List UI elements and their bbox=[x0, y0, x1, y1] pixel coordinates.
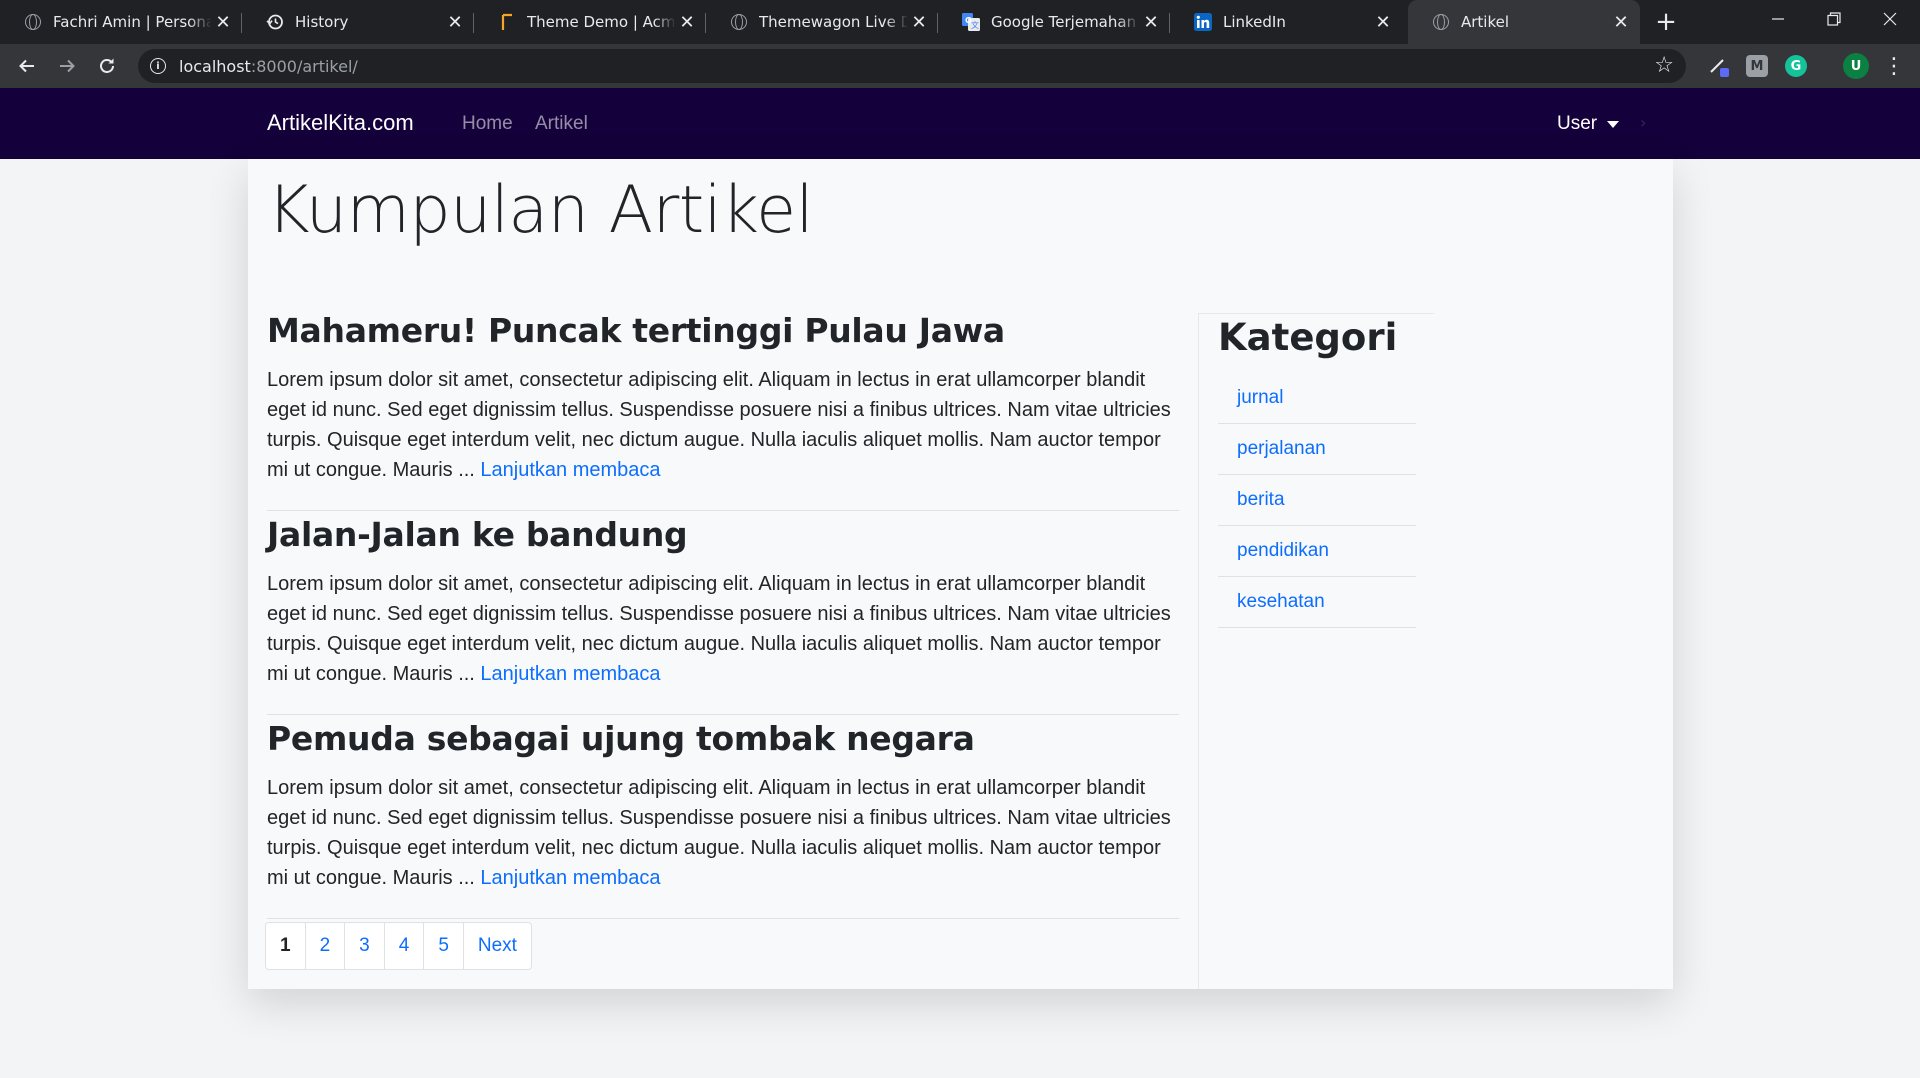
page-5[interactable]: 5 bbox=[423, 923, 463, 969]
tab-linkedin[interactable]: LinkedIn ✕ bbox=[1170, 0, 1402, 44]
read-more-link[interactable]: Lanjutkan membaca bbox=[480, 867, 660, 889]
minimize-icon[interactable] bbox=[1750, 0, 1806, 38]
forward-icon[interactable] bbox=[53, 52, 81, 80]
sidebar-title: Kategori bbox=[1218, 316, 1398, 359]
page-4[interactable]: 4 bbox=[383, 923, 424, 969]
category-kesehatan[interactable]: kesehatan bbox=[1218, 577, 1416, 628]
tab-history[interactable]: History ✕ bbox=[242, 0, 474, 44]
close-icon[interactable]: ✕ bbox=[676, 11, 698, 33]
tab-title: Theme Demo | Acme Themes bbox=[527, 13, 676, 31]
tab-title: Artikel bbox=[1461, 13, 1510, 31]
browser-tab-strip: Fachri Amin | Personal Portfolio ✕ Histo… bbox=[0, 0, 1920, 44]
article-title[interactable]: Mahameru! Puncak tertinggi Pulau Jawa bbox=[267, 311, 1005, 350]
read-more-link[interactable]: Lanjutkan membaca bbox=[480, 663, 660, 685]
tab-title: Fachri Amin | Personal Portfolio bbox=[53, 13, 212, 31]
info-icon[interactable]: i bbox=[150, 58, 166, 74]
close-icon[interactable]: ✕ bbox=[1140, 11, 1162, 33]
url-host: localhost bbox=[179, 56, 251, 76]
new-tab-button[interactable]: + bbox=[1652, 7, 1680, 37]
linkedin-icon bbox=[1194, 13, 1212, 31]
history-icon bbox=[266, 13, 284, 31]
pagination: 1 2 3 4 5 Next bbox=[265, 922, 532, 970]
close-icon[interactable]: ✕ bbox=[212, 11, 234, 33]
read-more-link[interactable]: Lanjutkan membaca bbox=[480, 459, 660, 481]
caret-down-icon bbox=[1607, 120, 1620, 128]
excerpt-text: Lorem ipsum dolor sit amet, consectetur … bbox=[267, 573, 1171, 685]
user-dropdown[interactable]: User bbox=[1557, 113, 1620, 135]
article-item: Jalan-Jalan ke bandung Lorem ipsum dolor… bbox=[267, 511, 1179, 715]
tab-theme-demo[interactable]: Theme Demo | Acme Themes ✕ bbox=[474, 0, 706, 44]
category-jurnal[interactable]: jurnal bbox=[1218, 373, 1416, 424]
tab-title: History bbox=[295, 13, 349, 31]
nav-home[interactable]: Home bbox=[462, 113, 513, 135]
close-icon[interactable]: ✕ bbox=[1610, 11, 1632, 33]
browser-toolbar: i localhost:8000/artikel/ ☆ M G U ⋮ bbox=[0, 44, 1920, 88]
article-excerpt: Lorem ipsum dolor sit amet, consectetur … bbox=[267, 773, 1179, 893]
url-path: :8000/artikel/ bbox=[250, 56, 358, 76]
article-list: Mahameru! Puncak tertinggi Pulau Jawa Lo… bbox=[267, 307, 1179, 919]
excerpt-text: Lorem ipsum dolor sit amet, consectetur … bbox=[267, 777, 1171, 889]
article-item: Mahameru! Puncak tertinggi Pulau Jawa Lo… bbox=[267, 307, 1179, 511]
category-berita[interactable]: berita bbox=[1218, 475, 1416, 526]
article-excerpt: Lorem ipsum dolor sit amet, consectetur … bbox=[267, 365, 1179, 485]
google-translate-icon: G文 bbox=[962, 13, 980, 31]
tab-artikel-active[interactable]: Artikel ✕ bbox=[1408, 0, 1640, 44]
tab-title: Themewagon Live Demo bbox=[759, 13, 908, 31]
profile-avatar[interactable]: U bbox=[1843, 53, 1869, 79]
close-icon[interactable]: ✕ bbox=[444, 11, 466, 33]
nav-artikel[interactable]: Artikel bbox=[535, 113, 588, 135]
globe-icon bbox=[730, 13, 748, 31]
chevron-right-icon: › bbox=[1640, 113, 1647, 132]
page-3[interactable]: 3 bbox=[344, 923, 384, 969]
tab-title: Google Terjemahan bbox=[991, 13, 1137, 31]
close-icon[interactable]: ✕ bbox=[908, 11, 930, 33]
article-excerpt: Lorem ipsum dolor sit amet, consectetur … bbox=[267, 569, 1179, 689]
article-item: Pemuda sebagai ujung tombak negara Lorem… bbox=[267, 715, 1179, 919]
tab-google-translate[interactable]: G文 Google Terjemahan ✕ bbox=[938, 0, 1170, 44]
reload-icon[interactable] bbox=[93, 52, 121, 80]
grammarly-icon[interactable]: G bbox=[1785, 55, 1807, 77]
page-2[interactable]: 2 bbox=[304, 923, 345, 969]
article-title[interactable]: Pemuda sebagai ujung tombak negara bbox=[267, 719, 975, 758]
excerpt-text: Lorem ipsum dolor sit amet, consectetur … bbox=[267, 369, 1171, 481]
bookmark-star-icon[interactable]: ☆ bbox=[1654, 53, 1674, 78]
svg-text:文: 文 bbox=[971, 20, 979, 30]
user-dropdown-label: User bbox=[1557, 113, 1598, 134]
window-close-icon[interactable] bbox=[1862, 0, 1918, 38]
page-title: Kumpulan Artikel bbox=[267, 173, 814, 248]
pen-extension-icon[interactable] bbox=[1708, 55, 1730, 77]
category-pendidikan[interactable]: pendidikan bbox=[1218, 526, 1416, 577]
close-icon[interactable]: ✕ bbox=[1372, 11, 1394, 33]
restore-icon[interactable] bbox=[1806, 0, 1862, 38]
category-list: jurnal perjalanan berita pendidikan kese… bbox=[1218, 373, 1416, 628]
tab-fachri-amin[interactable]: Fachri Amin | Personal Portfolio ✕ bbox=[0, 0, 242, 44]
acme-icon bbox=[498, 13, 516, 31]
browser-menu-icon[interactable]: ⋮ bbox=[1882, 54, 1906, 79]
brand-logo[interactable]: ArtikelKita.com bbox=[267, 110, 414, 136]
site-navbar: ArtikelKita.com Home Artikel User › bbox=[0, 88, 1920, 159]
tab-themewagon[interactable]: Themewagon Live Demo ✕ bbox=[706, 0, 938, 44]
tab-title: LinkedIn bbox=[1223, 13, 1286, 31]
m-extension-icon[interactable]: M bbox=[1746, 55, 1768, 77]
back-icon[interactable] bbox=[13, 52, 41, 80]
page-next[interactable]: Next bbox=[462, 923, 531, 969]
page-container: Kumpulan Artikel Mahameru! Puncak tertin… bbox=[248, 159, 1673, 989]
article-title[interactable]: Jalan-Jalan ke bandung bbox=[267, 515, 688, 554]
category-sidebar: Kategori jurnal perjalanan berita pendid… bbox=[1198, 313, 1434, 989]
globe-icon bbox=[24, 13, 42, 31]
address-bar[interactable]: i localhost:8000/artikel/ ☆ bbox=[138, 49, 1686, 83]
category-perjalanan[interactable]: perjalanan bbox=[1218, 424, 1416, 475]
globe-icon bbox=[1432, 13, 1450, 31]
page-1-active[interactable]: 1 bbox=[266, 923, 305, 969]
